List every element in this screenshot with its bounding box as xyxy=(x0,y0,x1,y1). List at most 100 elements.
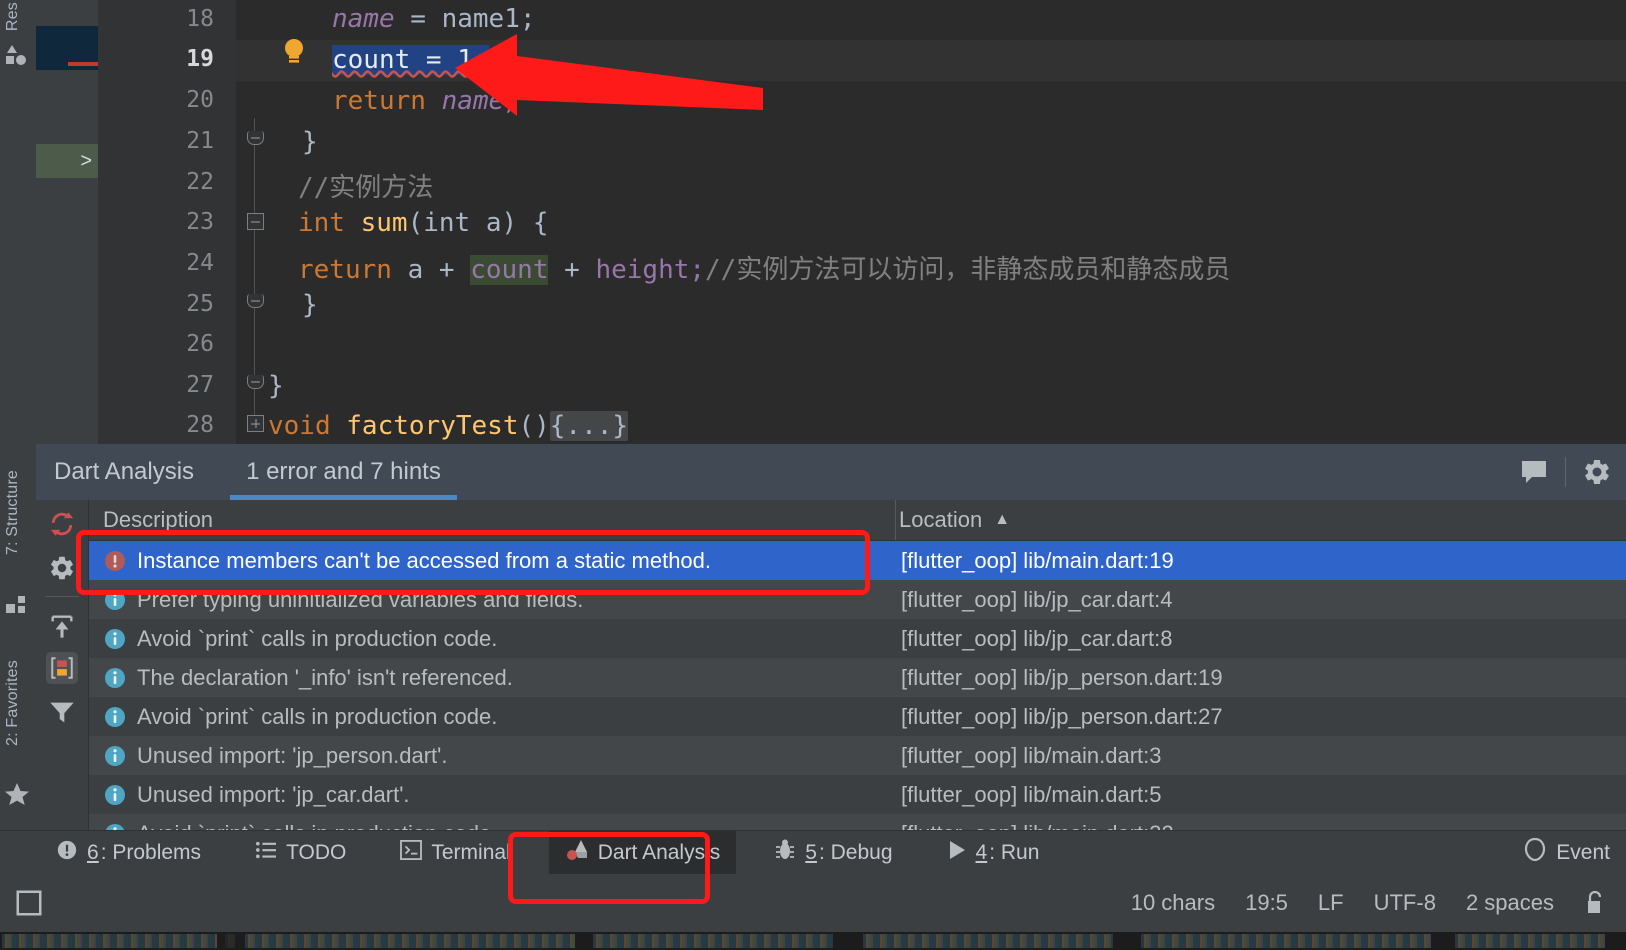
panel-toolbar xyxy=(36,500,89,830)
table-row[interactable]: Prefer typing uninitialized variables an… xyxy=(89,580,1626,619)
comment-icon[interactable] xyxy=(1519,458,1549,486)
taskbar-thumbnail[interactable] xyxy=(593,934,833,948)
row-description: Avoid `print` calls in production code. xyxy=(137,821,497,831)
toolwindow-button-event-log[interactable]: Event xyxy=(1507,831,1626,875)
sidebar-item-favorites-label[interactable]: 2: Favorites xyxy=(4,660,22,746)
code-token-plus: + xyxy=(548,255,595,285)
filter-icon[interactable] xyxy=(46,696,78,728)
sort-ascending-icon: ▲ xyxy=(994,511,1010,529)
toolwindow-button-terminal[interactable]: Terminal xyxy=(384,831,526,875)
row-location: [flutter_oop] lib/main.dart:5 xyxy=(901,782,1161,808)
refresh-icon[interactable] xyxy=(46,508,78,540)
left-tool-strip: Res 7: Structure 2: Favorites xyxy=(0,0,37,932)
line-number: 28 xyxy=(154,412,214,438)
table-row[interactable]: The declaration '_info' isn't referenced… xyxy=(89,658,1626,697)
folded-region-placeholder[interactable]: {...} xyxy=(550,411,628,441)
toolwindow-button-problems[interactable]: 6 : Problems xyxy=(40,831,217,875)
resource-manager-icon[interactable] xyxy=(4,44,28,71)
editor-nav-marker[interactable] xyxy=(36,26,98,70)
star-icon[interactable] xyxy=(4,782,30,813)
code-token-void: void xyxy=(268,411,346,441)
toolwindow-button-run[interactable]: 4 : Run xyxy=(931,831,1056,875)
fold-collapse-icon[interactable] xyxy=(247,213,264,230)
taskbar-thumbnail[interactable] xyxy=(863,934,1113,948)
code-token-brace: } xyxy=(302,127,318,157)
info-icon xyxy=(103,705,129,729)
code-line-22: //实例方法 xyxy=(298,167,433,204)
taskbar-thumbnail[interactable] xyxy=(2,934,217,948)
taskbar-thumbnail[interactable] xyxy=(245,934,575,948)
line-number: 25 xyxy=(154,291,214,317)
code-token-function: sum xyxy=(361,208,408,238)
toolwindow-label: : Debug xyxy=(819,841,893,865)
analysis-table[interactable]: Description Location ▲ Instance members … xyxy=(89,500,1626,830)
structure-icon[interactable] xyxy=(6,596,28,619)
table-row[interactable]: Avoid `print` calls in production code. … xyxy=(89,619,1626,658)
os-taskbar xyxy=(0,932,1626,950)
table-row[interactable]: Avoid `print` calls in production code. … xyxy=(89,814,1626,830)
taskbar-thumbnail[interactable] xyxy=(225,934,235,948)
status-char-count[interactable]: 10 chars xyxy=(1131,890,1215,916)
column-header-location[interactable]: Location ▲ xyxy=(899,500,1010,540)
code-token-type: int xyxy=(298,208,361,238)
settings-gear-icon[interactable] xyxy=(46,552,78,584)
tab-label: 1 error and 7 hints xyxy=(246,458,441,486)
code-token-name: name xyxy=(332,4,395,34)
info-icon xyxy=(103,666,129,690)
code-text[interactable]: name = name1; count = 1; return name; } … xyxy=(276,0,370,444)
fold-collapse-icon[interactable] xyxy=(247,375,264,389)
row-description: Prefer typing uninitialized variables an… xyxy=(137,587,583,613)
row-location: [flutter_oop] lib/jp_car.dart:4 xyxy=(901,587,1173,613)
fold-expand-icon[interactable] xyxy=(247,415,264,432)
line-number: 23 xyxy=(154,209,214,235)
toolwindow-label: : Run xyxy=(989,841,1039,865)
toolwindow-label: Dart Analysis xyxy=(598,841,721,865)
toolwindow-mnemonic: 6 xyxy=(87,841,99,865)
row-location: [flutter_oop] lib/jp_car.dart:8 xyxy=(901,626,1173,652)
taskbar-thumbnail[interactable] xyxy=(1455,934,1605,948)
status-caret-position[interactable]: 19:5 xyxy=(1245,890,1288,916)
table-row[interactable]: Instance members can't be accessed from … xyxy=(89,541,1626,580)
code-token-a: a + xyxy=(408,255,471,285)
code-editor[interactable]: > 18 19 20 21 22 23 24 25 26 27 28 xyxy=(36,0,1626,444)
row-description: Avoid `print` calls in production code. xyxy=(137,626,497,652)
info-icon xyxy=(103,627,129,651)
toolwindow-bar-right: Event xyxy=(1507,831,1626,875)
fold-collapse-icon[interactable] xyxy=(247,131,264,145)
sidebar-item-resource-manager-label[interactable]: Res xyxy=(4,2,22,31)
fold-collapse-icon[interactable] xyxy=(247,294,264,308)
row-location: [flutter_oop] lib/jp_person.dart:19 xyxy=(901,665,1223,691)
unlocked-icon[interactable] xyxy=(1584,890,1606,916)
table-row[interactable]: Unused import: 'jp_car.dart'. [flutter_o… xyxy=(89,775,1626,814)
tab-errors-and-hints[interactable]: 1 error and 7 hints xyxy=(230,444,457,500)
sidebar-item-structure-label[interactable]: 7: Structure xyxy=(4,470,22,555)
code-line-25: } xyxy=(302,290,318,320)
editor-breakpoint-chevron[interactable]: > xyxy=(36,144,98,178)
expand-collapse-icon[interactable] xyxy=(46,610,78,642)
taskbar-thumbnail[interactable] xyxy=(1141,934,1431,948)
code-token-return: return xyxy=(332,86,442,116)
toolwindow-button-debug[interactable]: 5 : Debug xyxy=(758,831,908,875)
column-header-description[interactable]: Description xyxy=(103,500,213,540)
editor-marker-column[interactable]: > xyxy=(36,0,99,444)
status-encoding[interactable]: UTF-8 xyxy=(1374,890,1436,916)
header-divider xyxy=(1565,457,1566,487)
table-row[interactable]: Unused import: 'jp_person.dart'. [flutte… xyxy=(89,736,1626,775)
line-number: 18 xyxy=(154,6,214,32)
toolwindow-button-dart-analysis[interactable]: Dart Analysis xyxy=(549,831,737,875)
column-divider[interactable] xyxy=(895,500,896,540)
line-number: 21 xyxy=(154,128,214,154)
toolwindow-button-todo[interactable]: TODO xyxy=(239,831,362,875)
gear-icon[interactable] xyxy=(1582,457,1612,487)
layout-toggle-icon[interactable] xyxy=(14,888,44,918)
panel-title: Dart Analysis xyxy=(54,458,194,486)
column-header-location-label: Location xyxy=(899,507,982,533)
group-by-severity-icon[interactable] xyxy=(46,652,78,684)
status-line-separator[interactable]: LF xyxy=(1318,890,1344,916)
panel-header: Dart Analysis 1 error and 7 hints xyxy=(36,444,1626,500)
ide-window: Res 7: Structure 2: Favorites xyxy=(0,0,1626,950)
status-indent[interactable]: 2 spaces xyxy=(1466,890,1554,916)
table-row[interactable]: Avoid `print` calls in production code. … xyxy=(89,697,1626,736)
code-token-count: count xyxy=(470,255,548,285)
editor-gutter[interactable]: 18 19 20 21 22 23 24 25 26 27 28 xyxy=(98,0,236,444)
